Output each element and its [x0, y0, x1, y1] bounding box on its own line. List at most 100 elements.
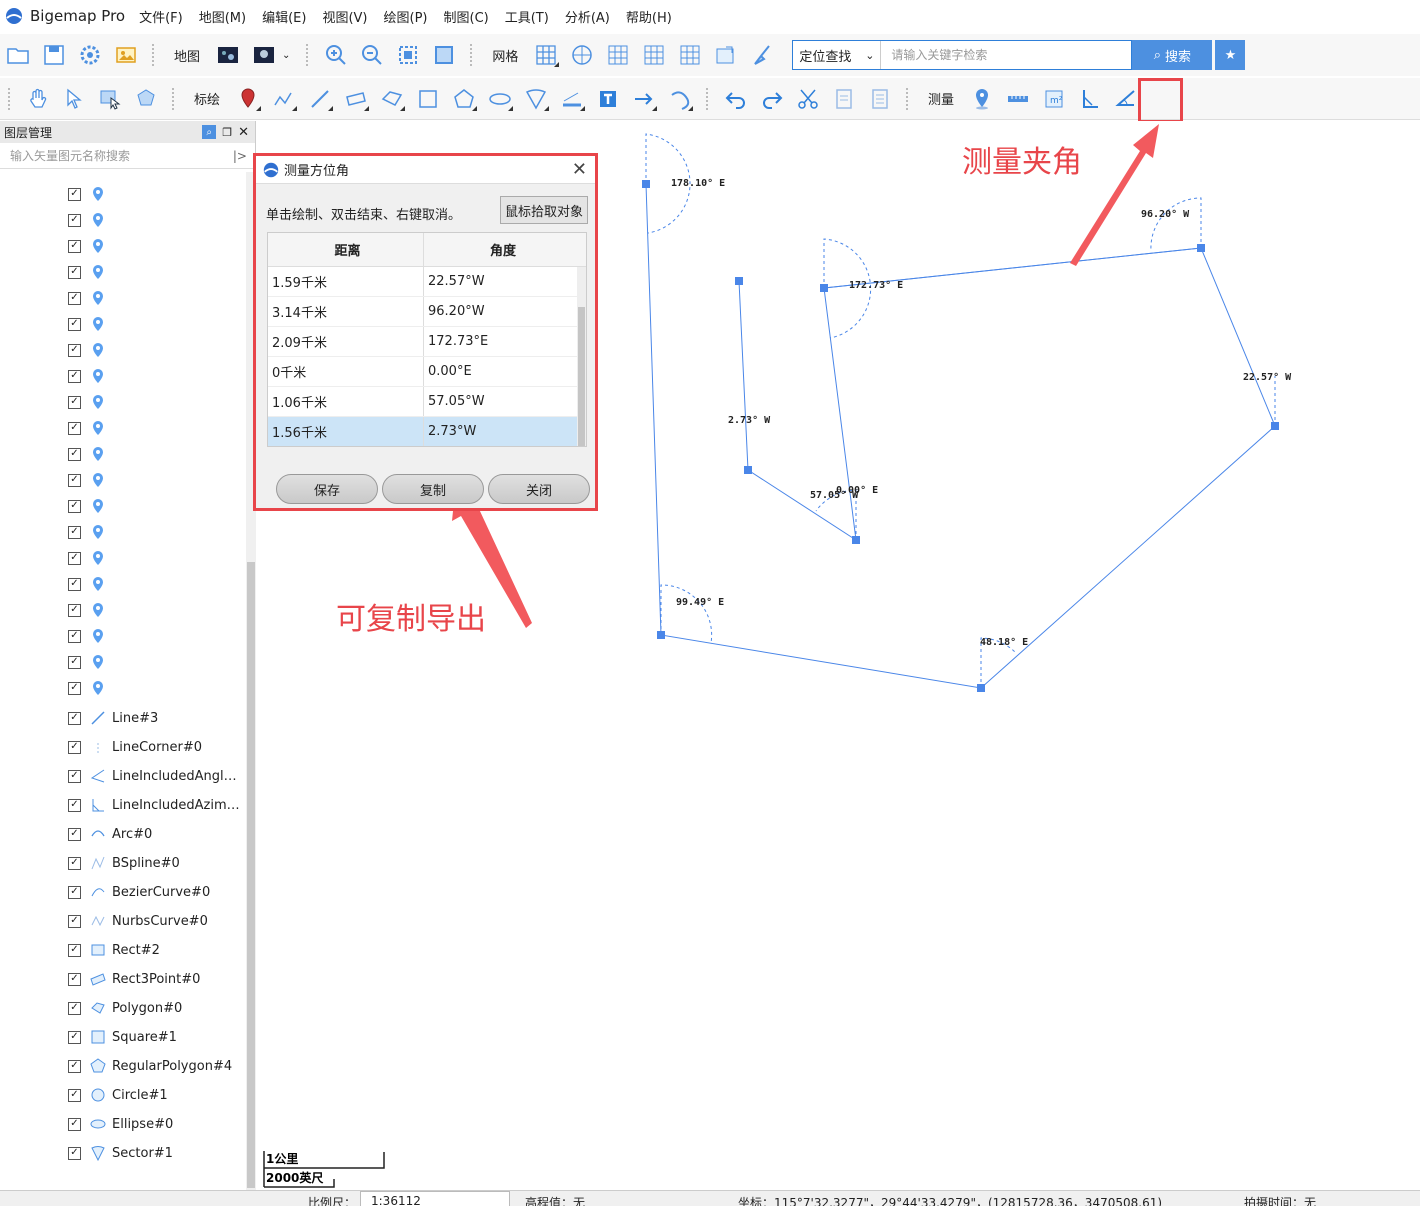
full-extent-button[interactable]	[426, 37, 462, 73]
ruler-tool-button[interactable]	[554, 81, 590, 117]
close-icon[interactable]: ✕	[572, 159, 587, 180]
layer-visibility-checkbox[interactable]	[68, 473, 81, 487]
layer-visibility-checkbox[interactable]	[68, 213, 81, 227]
menu-help[interactable]: 帮助(H)	[626, 7, 672, 26]
lnglat-grid-button[interactable]	[564, 37, 600, 73]
layer-visibility-checkbox[interactable]	[68, 239, 81, 253]
copy-tool-button[interactable]	[826, 81, 862, 117]
layer-visibility-checkbox[interactable]	[68, 291, 81, 305]
measure-distance-button[interactable]	[1000, 81, 1036, 117]
save-button[interactable]: 保存	[276, 474, 378, 504]
basemap-2-button[interactable]	[246, 37, 282, 73]
layer-visibility-checkbox[interactable]	[68, 711, 81, 725]
menu-tools[interactable]: 工具(T)	[505, 7, 549, 26]
vertex-handle[interactable]	[820, 284, 828, 292]
close-icon[interactable]: ✕	[238, 125, 249, 140]
layer-visibility-checkbox[interactable]	[68, 577, 81, 591]
square-tool-button[interactable]	[410, 81, 446, 117]
box-select-button[interactable]	[92, 81, 128, 117]
zoom-fit-button[interactable]	[390, 37, 426, 73]
layer-visibility-checkbox[interactable]	[68, 1059, 81, 1073]
pick-object-button[interactable]: 鼠标拾取对象	[500, 196, 588, 224]
layer-visibility-checkbox[interactable]	[68, 681, 81, 695]
menu-cartography[interactable]: 制图(C)	[444, 7, 489, 26]
regular-polygon-tool-button[interactable]	[446, 81, 482, 117]
zoom-in-button[interactable]	[318, 37, 354, 73]
menu-map[interactable]: 地图(M)	[199, 7, 246, 26]
layer-search-input[interactable]: 输入矢量图元名称搜索 |>	[0, 143, 255, 169]
measure-point-button[interactable]	[964, 81, 1000, 117]
km-grid-button[interactable]	[600, 37, 636, 73]
menu-file[interactable]: 文件(F)	[139, 7, 183, 26]
settings-button[interactable]	[72, 37, 108, 73]
restore-icon[interactable]: ❐	[222, 126, 232, 139]
text-tool-button[interactable]	[590, 81, 626, 117]
table-row[interactable]: 1.56千米 2.73°W	[268, 417, 586, 446]
vertex-handle[interactable]	[1197, 244, 1205, 252]
clear-button[interactable]	[744, 37, 780, 73]
measure-area-button[interactable]: m²	[1036, 81, 1072, 117]
search-mode-select[interactable]: 定位查找 ⌄	[793, 41, 882, 69]
nw-grid-button[interactable]	[636, 37, 672, 73]
menu-analysis[interactable]: 分析(A)	[565, 7, 610, 26]
layer-visibility-checkbox[interactable]	[68, 525, 81, 539]
polygon-tool-button[interactable]	[374, 81, 410, 117]
layer-visibility-checkbox[interactable]	[68, 629, 81, 643]
layer-visibility-checkbox[interactable]	[68, 1117, 81, 1131]
arc-tool-button[interactable]	[662, 81, 698, 117]
menu-draw[interactable]: 绘图(P)	[384, 7, 428, 26]
search-input[interactable]	[881, 41, 1132, 69]
layer-visibility-checkbox[interactable]	[68, 1146, 81, 1160]
export-button[interactable]	[708, 37, 744, 73]
layer-visibility-checkbox[interactable]	[68, 395, 81, 409]
vertex-handle[interactable]	[977, 684, 985, 692]
layer-visibility-checkbox[interactable]	[68, 499, 81, 513]
search-icon[interactable]: ⌕	[202, 125, 217, 139]
arrow-tool-button[interactable]	[626, 81, 662, 117]
paste-tool-button[interactable]	[862, 81, 898, 117]
measure-azimuth-button[interactable]	[1072, 81, 1108, 117]
layer-visibility-checkbox[interactable]	[68, 1088, 81, 1102]
table-row[interactable]: 2.09千米 172.73°E	[268, 327, 586, 357]
menu-edit[interactable]: 编辑(E)	[262, 7, 306, 26]
pan-button[interactable]	[20, 81, 56, 117]
table-scrollbar[interactable]	[577, 267, 586, 446]
undo-button[interactable]	[718, 81, 754, 117]
vertex-handle[interactable]	[657, 631, 665, 639]
table-row[interactable]: 3.14千米 96.20°W	[268, 297, 586, 327]
layer-visibility-checkbox[interactable]	[68, 655, 81, 669]
close-button[interactable]: 关闭	[488, 474, 590, 504]
layer-visibility-checkbox[interactable]	[68, 551, 81, 565]
layer-visibility-checkbox[interactable]	[68, 740, 81, 754]
poly-select-button[interactable]	[128, 81, 164, 117]
layer-visibility-checkbox[interactable]	[68, 798, 81, 812]
layer-visibility-checkbox[interactable]	[68, 1030, 81, 1044]
layer-visibility-checkbox[interactable]	[68, 265, 81, 279]
layer-visibility-checkbox[interactable]	[68, 369, 81, 383]
ellipse-tool-button[interactable]	[482, 81, 518, 117]
scrollbar-thumb[interactable]	[247, 562, 255, 1188]
layer-visibility-checkbox[interactable]	[68, 914, 81, 928]
layer-visibility-checkbox[interactable]	[68, 343, 81, 357]
open-folder-button[interactable]	[0, 37, 36, 73]
layer-visibility-checkbox[interactable]	[68, 972, 81, 986]
table-row[interactable]: 1.06千米 57.05°W	[268, 387, 586, 417]
column-header-angle[interactable]: 角度	[424, 233, 578, 266]
rect-tool-button[interactable]	[338, 81, 374, 117]
layer-visibility-checkbox[interactable]	[68, 885, 81, 899]
layer-visibility-checkbox[interactable]	[68, 827, 81, 841]
layer-visibility-checkbox[interactable]	[68, 603, 81, 617]
layer-visibility-checkbox[interactable]	[68, 421, 81, 435]
favorite-button[interactable]: ★	[1215, 40, 1246, 70]
layer-visibility-checkbox[interactable]	[68, 447, 81, 461]
chevron-down-icon[interactable]: ⌄	[282, 50, 290, 61]
table-row[interactable]: 0千米 0.00°E	[268, 357, 586, 387]
polyline-tool-button[interactable]	[266, 81, 302, 117]
column-header-distance[interactable]: 距离	[268, 233, 424, 266]
marker-tool-button[interactable]	[230, 81, 266, 117]
layer-visibility-checkbox[interactable]	[68, 187, 81, 201]
layer-visibility-checkbox[interactable]	[68, 943, 81, 957]
layer-visibility-checkbox[interactable]	[68, 856, 81, 870]
cut-button[interactable]	[790, 81, 826, 117]
select-button[interactable]	[56, 81, 92, 117]
